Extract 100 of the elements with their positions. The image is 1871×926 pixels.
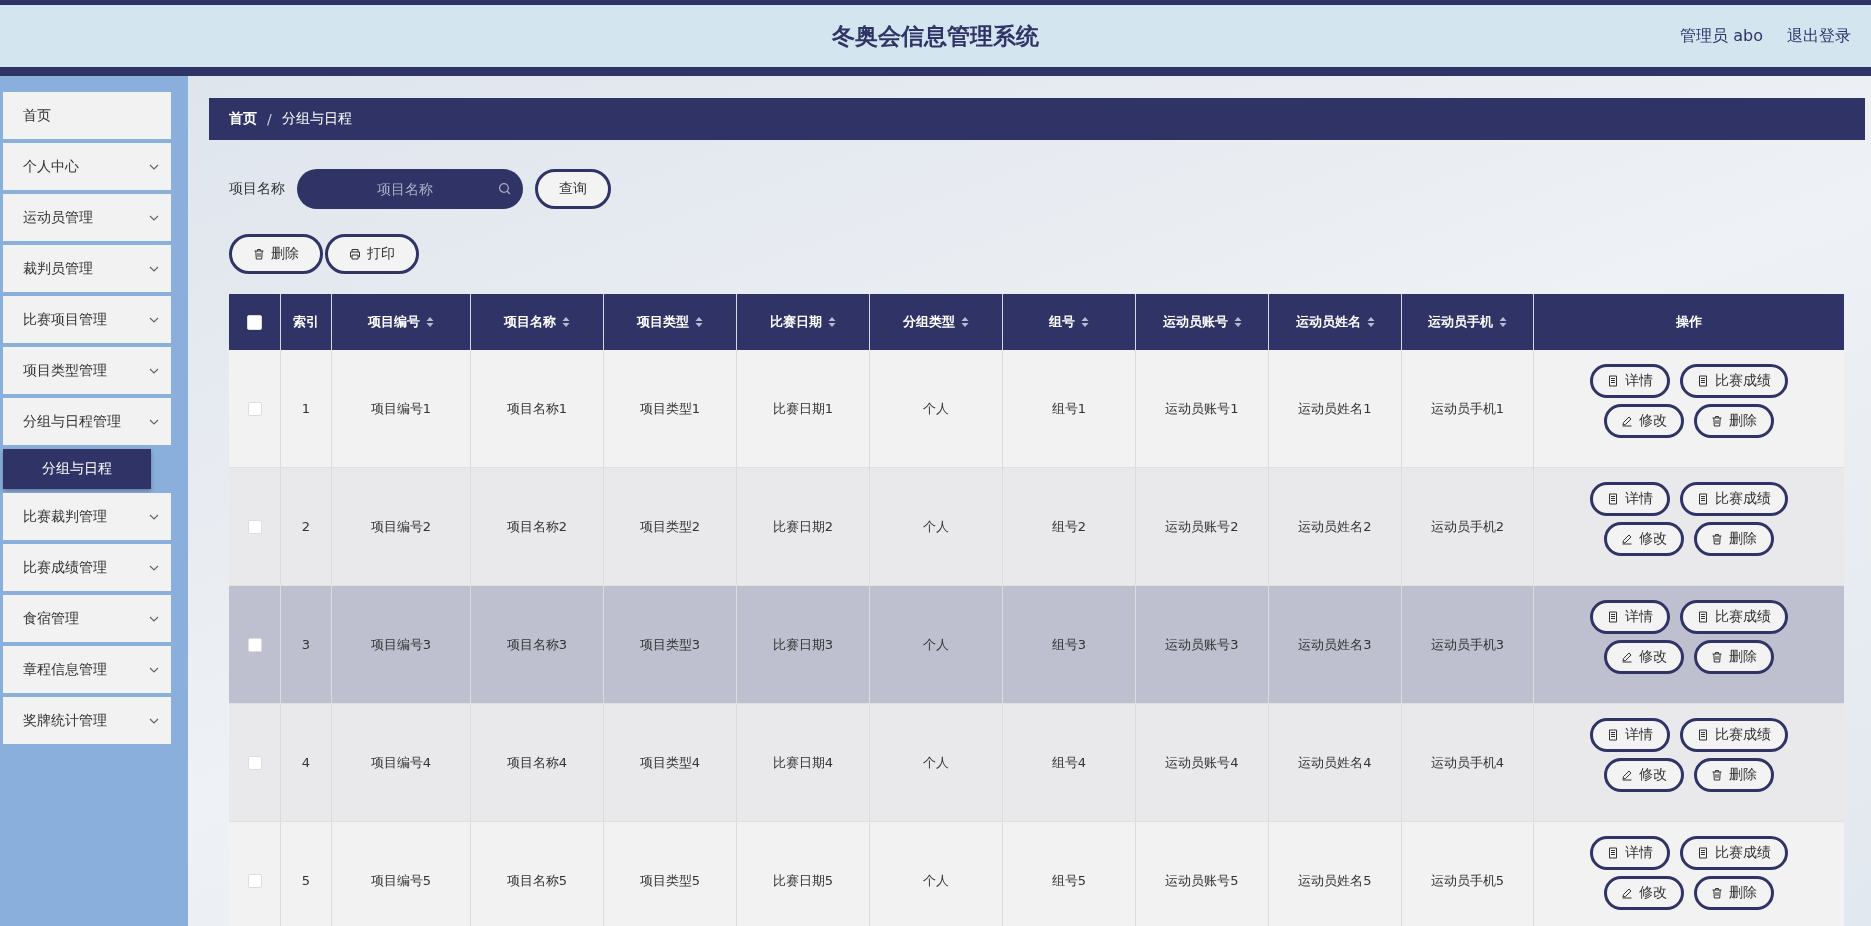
table-cell: 运动员手机2 — [1430, 517, 1505, 536]
detail-button[interactable]: 详情 — [1590, 718, 1670, 752]
table-cell: 运动员手机1 — [1430, 399, 1505, 418]
detail-button[interactable]: 比赛成绩 — [1680, 600, 1788, 634]
chevron-icon — [149, 564, 159, 571]
document-icon — [1697, 375, 1709, 387]
detail-button[interactable]: 比赛成绩 — [1680, 482, 1788, 516]
sort-icon[interactable] — [961, 316, 969, 328]
column-header[interactable]: 操作 — [1534, 294, 1844, 350]
document-icon — [1607, 847, 1619, 859]
menu-label: 首页 — [23, 106, 51, 125]
delete-button[interactable]: 删除 — [1694, 640, 1774, 674]
table-cell: 4 — [301, 755, 311, 770]
menu-item[interactable]: 比赛成绩管理 — [3, 544, 171, 591]
table-cell: 比赛日期1 — [772, 399, 834, 418]
edit-button[interactable]: 修改 — [1604, 758, 1684, 792]
delete-button[interactable]: 删除 — [229, 234, 323, 274]
chevron-icon — [149, 513, 159, 520]
trash-icon — [1711, 887, 1723, 899]
menu-label: 裁判员管理 — [23, 259, 93, 278]
submenu-item[interactable]: 分组与日程 — [3, 449, 151, 489]
menu-item[interactable]: 运动员管理 — [3, 194, 171, 241]
table-cell: 项目编号2 — [370, 517, 432, 536]
row-checkbox[interactable] — [247, 519, 262, 534]
table-cell: 2 — [301, 519, 311, 534]
table-row[interactable]: 2 项目编号2 项目名称2 项目类型2 比赛日期2 个人 组号2 运动员账号2 运动员姓名2 运动员手机2 详情 比赛成绩 修改 删除 — [229, 468, 1844, 586]
delete-button[interactable]: 删除 — [1694, 522, 1774, 556]
menu-item[interactable]: 首页 — [3, 92, 171, 139]
detail-button[interactable]: 比赛成绩 — [1680, 364, 1788, 398]
table-cell: 比赛日期5 — [772, 871, 834, 890]
delete-button[interactable]: 删除 — [1694, 876, 1774, 910]
breadcrumb-link[interactable]: 分组与日程 — [281, 110, 352, 128]
query-button[interactable]: 查询 — [535, 169, 611, 209]
edit-button[interactable]: 修改 — [1604, 640, 1684, 674]
trash-icon — [253, 248, 265, 260]
menu-label: 项目类型管理 — [23, 361, 107, 380]
table-cell: 组号5 — [1051, 871, 1087, 890]
sort-icon[interactable] — [1233, 316, 1242, 328]
edit-button[interactable]: 修改 — [1604, 876, 1684, 910]
detail-button[interactable]: 比赛成绩 — [1680, 718, 1788, 752]
menu-item[interactable]: 比赛项目管理 — [3, 296, 171, 343]
sort-icon[interactable] — [695, 316, 703, 328]
detail-button[interactable]: 详情 — [1590, 600, 1670, 634]
table-cell: 比赛日期4 — [772, 753, 834, 772]
trash-icon — [1711, 651, 1723, 663]
table-cell: 运动员手机5 — [1430, 871, 1505, 890]
menu-label: 个人中心 — [23, 157, 79, 176]
menu-item[interactable]: 比赛裁判管理 — [3, 493, 171, 540]
sort-icon[interactable] — [1081, 316, 1089, 328]
select-all-checkbox[interactable] — [247, 314, 262, 330]
menu-item[interactable]: 食宿管理 — [3, 595, 171, 642]
table-cell: 组号1 — [1051, 399, 1087, 418]
menu-item[interactable]: 裁判员管理 — [3, 245, 171, 292]
detail-button[interactable]: 详情 — [1590, 482, 1670, 516]
table-cell: 项目名称2 — [506, 517, 568, 536]
table-row[interactable]: 4 项目编号4 项目名称4 项目类型4 比赛日期4 个人 组号4 运动员账号4 运动员姓名4 运动员手机4 详情 比赛成绩 修改 删除 — [229, 704, 1844, 822]
pencil-icon — [1621, 887, 1633, 899]
detail-button[interactable]: 详情 — [1590, 364, 1670, 398]
logout-link[interactable]: 退出登录 — [1787, 25, 1851, 47]
table-cell: 项目名称3 — [506, 635, 568, 654]
pencil-icon — [1621, 415, 1633, 427]
chevron-icon — [149, 214, 159, 221]
delete-button[interactable]: 删除 — [1694, 404, 1774, 438]
menu-item[interactable]: 个人中心 — [3, 143, 171, 190]
row-checkbox[interactable] — [247, 637, 262, 652]
menu-item[interactable]: 章程信息管理 — [3, 646, 171, 693]
table-cell: 运动员账号4 — [1165, 753, 1239, 772]
table-cell: 运动员账号3 — [1165, 635, 1239, 654]
row-checkbox[interactable] — [247, 401, 262, 416]
print-button[interactable]: 打印 — [325, 234, 419, 274]
breadcrumb-link[interactable]: 首页 — [229, 110, 257, 128]
sort-icon[interactable] — [1499, 316, 1507, 328]
document-icon — [1607, 729, 1619, 741]
search-field[interactable]: 项目名称 — [297, 169, 523, 209]
trash-icon — [1711, 415, 1723, 427]
edit-button[interactable]: 修改 — [1604, 404, 1684, 438]
detail-button[interactable]: 详情 — [1590, 836, 1670, 870]
document-icon — [1697, 493, 1709, 505]
menu-item[interactable]: 项目类型管理 — [3, 347, 171, 394]
edit-button[interactable]: 修改 — [1604, 522, 1684, 556]
chevron-icon — [149, 367, 159, 374]
table-cell: 个人 — [923, 753, 949, 772]
sort-icon[interactable] — [828, 316, 836, 328]
row-checkbox[interactable] — [247, 755, 262, 770]
table-cell: 项目名称1 — [506, 399, 568, 418]
menu-item[interactable]: 奖牌统计管理 — [3, 697, 171, 744]
table-row[interactable]: 3 项目编号3 项目名称3 项目类型3 比赛日期3 个人 组号3 运动员账号3 运动员姓名3 运动员手机3 详情 比赛成绩 修改 删除 — [229, 586, 1844, 704]
menu-item[interactable]: 分组与日程管理 — [3, 398, 171, 445]
menu-label: 奖牌统计管理 — [23, 711, 107, 730]
detail-button[interactable]: 比赛成绩 — [1680, 836, 1788, 870]
table-row[interactable]: 1 项目编号1 项目名称1 项目类型1 比赛日期1 个人 组号1 运动员账号1 运动员姓名1 运动员手机1 详情 比赛成绩 修改 删除 — [229, 350, 1844, 468]
delete-button[interactable]: 删除 — [1694, 758, 1774, 792]
document-icon — [1697, 611, 1709, 623]
sort-icon[interactable] — [562, 316, 570, 328]
sort-icon[interactable] — [426, 316, 434, 328]
row-checkbox[interactable] — [247, 873, 262, 888]
table-row[interactable]: 5 项目编号5 项目名称5 项目类型5 比赛日期5 个人 组号5 运动员账号5 运动员姓名5 运动员手机5 详情 比赛成绩 修改 删除 — [229, 822, 1844, 926]
table-cell: 运动员姓名2 — [1298, 517, 1372, 536]
table-cell: 运动员手机3 — [1430, 635, 1505, 654]
sort-icon[interactable] — [1366, 316, 1375, 328]
